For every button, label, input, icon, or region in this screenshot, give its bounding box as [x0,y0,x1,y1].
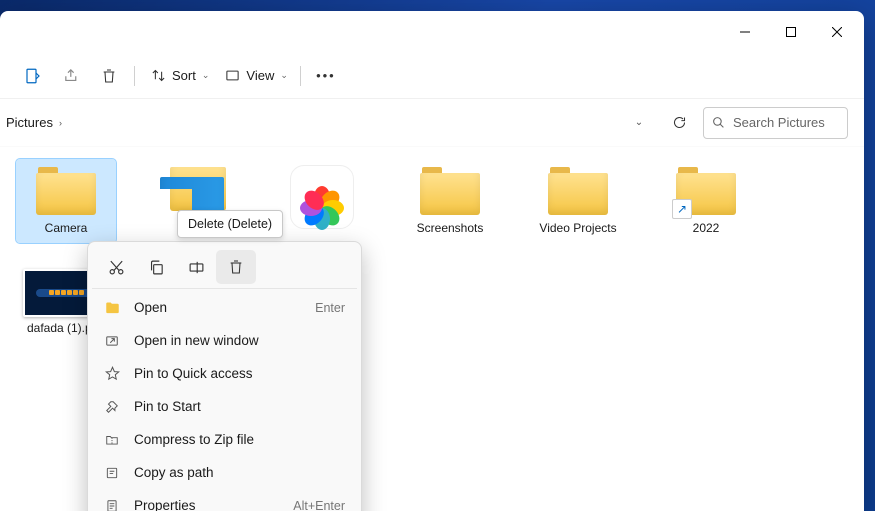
menu-label: Compress to Zip file [134,432,254,447]
pin-icon [104,399,120,415]
shortcut-overlay-icon: ↗ [672,199,692,219]
minimize-button[interactable] [722,16,768,48]
refresh-button[interactable] [663,107,695,139]
delete-button[interactable] [92,59,126,93]
toolbar-divider [300,66,301,86]
cut-icon[interactable] [96,250,136,284]
breadcrumb-folder: Pictures [6,115,53,130]
new-button[interactable] [16,59,50,93]
chevron-right-icon: › [59,118,62,128]
menu-item-compress-zip[interactable]: Compress to Zip file [92,423,357,456]
item-label: 2022 [693,221,720,237]
folder-icon: ↗ [672,165,740,217]
folder-open-icon [104,300,120,316]
menu-item-pin-quick-access[interactable]: Pin to Quick access [92,357,357,390]
menu-item-open-new-window[interactable]: Open in new window [92,324,357,357]
context-menu-icon-bar [92,246,357,289]
menu-shortcut: Enter [315,301,345,315]
explorer-window: Sort ⌄ View ⌄ ••• Pictures › ⌄ Search Pi… [0,11,864,511]
folder-icon [32,165,100,217]
folder-item-camera[interactable]: Camera [16,159,116,243]
search-placeholder: Search Pictures [733,115,825,130]
item-label: Camera [45,221,88,237]
chevron-down-icon: ⌄ [202,70,210,81]
sort-label: Sort [172,68,196,83]
context-menu: Open Enter Open in new window Pin to Qui… [87,241,362,511]
search-input[interactable]: Search Pictures [703,107,848,139]
share-button[interactable] [54,59,88,93]
folder-item-screenshots[interactable]: Screenshots [400,159,500,243]
folder-item-video-projects[interactable]: Video Projects [528,159,628,243]
view-dropdown[interactable]: View ⌄ [217,59,292,93]
titlebar [0,11,864,53]
item-label: Screenshots [417,221,484,237]
history-dropdown[interactable]: ⌄ [623,107,655,139]
folder-icon [544,165,612,217]
menu-shortcut: Alt+Enter [293,499,345,511]
star-icon [104,366,120,382]
rename-icon[interactable] [176,250,216,284]
copy-path-icon [104,465,120,481]
close-button[interactable] [814,16,860,48]
item-label: Video Projects [539,221,616,237]
more-button[interactable]: ••• [309,59,343,93]
breadcrumb[interactable]: Pictures › [2,107,615,139]
toolbar: Sort ⌄ View ⌄ ••• [0,53,864,99]
toolbar-divider [134,66,135,86]
sort-dropdown[interactable]: Sort ⌄ [143,59,213,93]
folder-icon [416,165,484,217]
photos-app-item[interactable] [272,159,372,243]
window-new-icon [104,333,120,349]
menu-label: Open in new window [134,333,259,348]
zip-icon [104,432,120,448]
properties-icon [104,498,120,511]
folder-item-2022[interactable]: ↗ 2022 [656,159,756,243]
photos-icon [290,165,354,229]
maximize-button[interactable] [768,16,814,48]
menu-label: Pin to Quick access [134,366,253,381]
menu-item-open[interactable]: Open Enter [92,291,357,324]
menu-label: Copy as path [134,465,214,480]
menu-item-copy-path[interactable]: Copy as path [92,456,357,489]
delete-icon[interactable] [216,250,256,284]
copy-icon[interactable] [136,250,176,284]
chevron-down-icon: ⌄ [280,70,288,81]
view-label: View [246,68,274,83]
menu-label: Pin to Start [134,399,201,414]
menu-item-pin-start[interactable]: Pin to Start [92,390,357,423]
search-icon [712,116,725,129]
menu-label: Properties [134,498,196,511]
address-bar-row: Pictures › ⌄ Search Pictures [0,99,864,147]
delete-tooltip: Delete (Delete) [177,210,283,238]
menu-label: Open [134,300,167,315]
menu-item-properties[interactable]: Properties Alt+Enter [92,489,357,511]
